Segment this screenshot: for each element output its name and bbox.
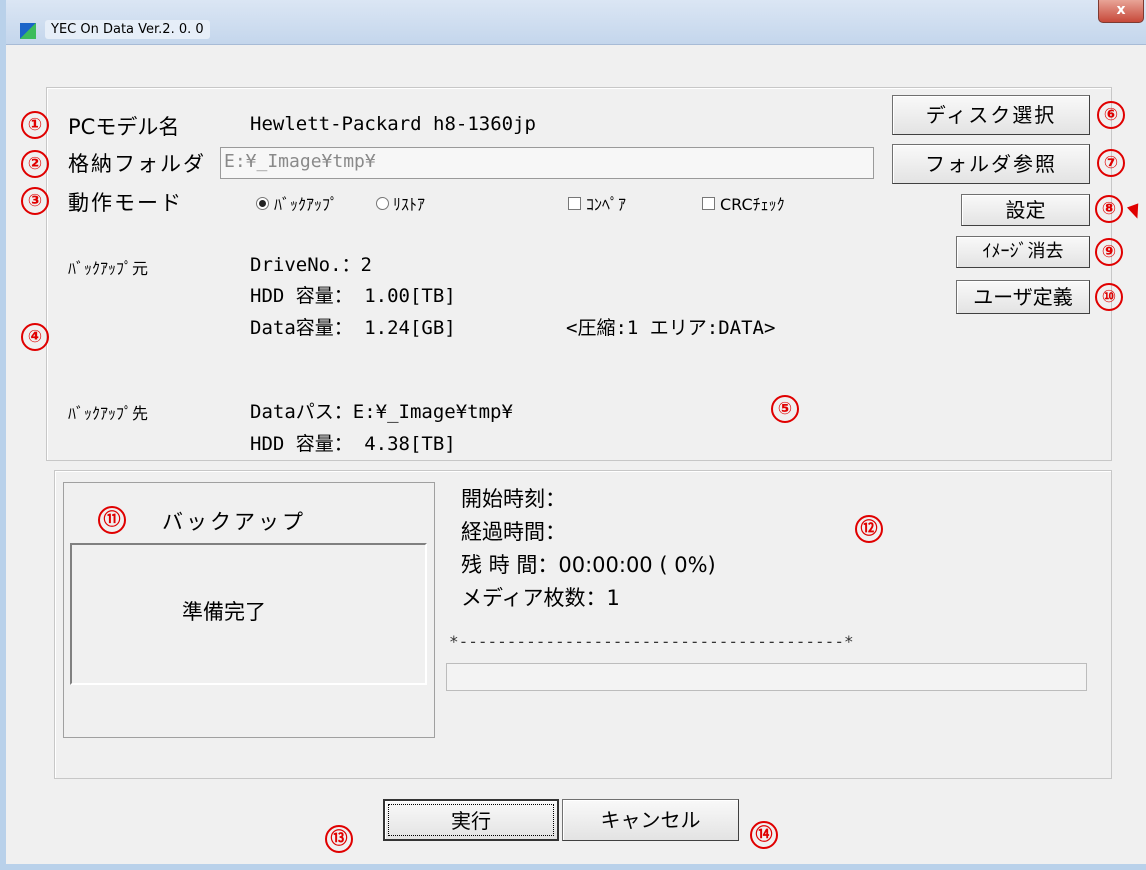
marker-8: ⑧ bbox=[1095, 195, 1123, 223]
marker-5: ⑤ bbox=[771, 395, 799, 423]
marker-12: ⑫ bbox=[855, 515, 883, 543]
progress-scale: *---------------------------------------… bbox=[449, 632, 854, 651]
window-title: YEC On Data Ver.2. 0. 0 bbox=[45, 20, 210, 39]
media-count-label: メディア枚数：1 bbox=[461, 586, 620, 610]
disk-select-button[interactable]: ディスク選択 bbox=[892, 95, 1090, 135]
marker-6: ⑥ bbox=[1097, 101, 1125, 129]
marker-arrow-icon bbox=[1126, 203, 1144, 221]
image-delete-button[interactable]: ｲﾒｰｼﾞ消去 bbox=[956, 236, 1090, 268]
status-state: 準備完了 bbox=[182, 600, 266, 624]
close-button[interactable]: x bbox=[1098, 0, 1144, 23]
user-define-button[interactable]: ユーザ定義 bbox=[956, 280, 1090, 314]
marker-13: ⑬ bbox=[325, 825, 353, 853]
pc-model-label: PCモデル名 bbox=[68, 115, 180, 139]
backup-radio-label[interactable]: ﾊﾞｯｸｱｯﾌﾟ bbox=[274, 191, 338, 215]
settings-button[interactable]: 設定 bbox=[961, 194, 1090, 226]
marker-11: ⑪ bbox=[98, 506, 126, 534]
restore-radio[interactable] bbox=[376, 197, 389, 210]
marker-7: ⑦ bbox=[1097, 149, 1125, 177]
dest-hdd-capacity: HDD 容量： 4.38[TB] bbox=[250, 433, 456, 455]
source-hdd-capacity: HDD 容量： 1.00[TB] bbox=[250, 285, 456, 307]
app-window: YEC On Data Ver.2. 0. 0 x ① PCモデル名 Hewle… bbox=[0, 0, 1146, 870]
marker-4: ④ bbox=[21, 323, 49, 351]
execute-button[interactable]: 実行 bbox=[383, 799, 559, 841]
backup-radio[interactable] bbox=[256, 197, 269, 210]
marker-2: ② bbox=[21, 150, 49, 178]
folder-label: 格納フォルダ bbox=[68, 152, 206, 176]
source-drive: DriveNo.：2 bbox=[250, 254, 372, 276]
client-area: ① PCモデル名 Hewlett-Packard h8-1360jp ② 格納フ… bbox=[12, 45, 1146, 864]
crc-checkbox-label[interactable]: CRCﾁｪｯｸ bbox=[720, 191, 785, 215]
mode-label: 動作モード bbox=[68, 191, 183, 215]
marker-10: ⑩ bbox=[1095, 283, 1123, 311]
source-data-capacity: Data容量： 1.24[GB] bbox=[250, 317, 456, 339]
title-bar: YEC On Data Ver.2. 0. 0 x bbox=[6, 0, 1146, 45]
dest-data-path: Dataパス：E:¥_Image¥tmp¥ bbox=[250, 401, 513, 423]
start-time-label: 開始時刻： bbox=[461, 487, 566, 511]
compare-checkbox[interactable] bbox=[568, 197, 581, 210]
elapsed-time-label: 経過時間： bbox=[461, 520, 566, 544]
marker-1: ① bbox=[21, 111, 49, 139]
source-label: ﾊﾞｯｸｱｯﾌﾟ元 bbox=[68, 259, 149, 278]
dest-label: ﾊﾞｯｸｱｯﾌﾟ先 bbox=[68, 404, 149, 423]
folder-path-field[interactable]: E:¥_Image¥tmp¥ bbox=[220, 147, 874, 179]
marker-9: ⑨ bbox=[1095, 238, 1123, 266]
source-compression: <圧縮:1 エリア:DATA> bbox=[566, 317, 776, 339]
marker-3: ③ bbox=[21, 187, 49, 215]
folder-browse-button[interactable]: フォルダ参照 bbox=[892, 144, 1090, 184]
restore-radio-label[interactable]: ﾘｽﾄｱ bbox=[393, 191, 425, 215]
progress-bar bbox=[446, 663, 1087, 691]
remaining-time-label: 残 時 間：00:00:00 ( 0%) bbox=[461, 553, 716, 577]
cancel-button[interactable]: キャンセル bbox=[562, 799, 739, 841]
status-mode-title: バックアップ bbox=[162, 510, 306, 534]
compare-checkbox-label[interactable]: ｺﾝﾍﾟｱ bbox=[586, 191, 626, 215]
crc-checkbox[interactable] bbox=[702, 197, 715, 210]
app-icon bbox=[20, 23, 36, 39]
marker-14: ⑭ bbox=[750, 821, 778, 849]
pc-model-value: Hewlett-Packard h8-1360jp bbox=[250, 113, 536, 135]
